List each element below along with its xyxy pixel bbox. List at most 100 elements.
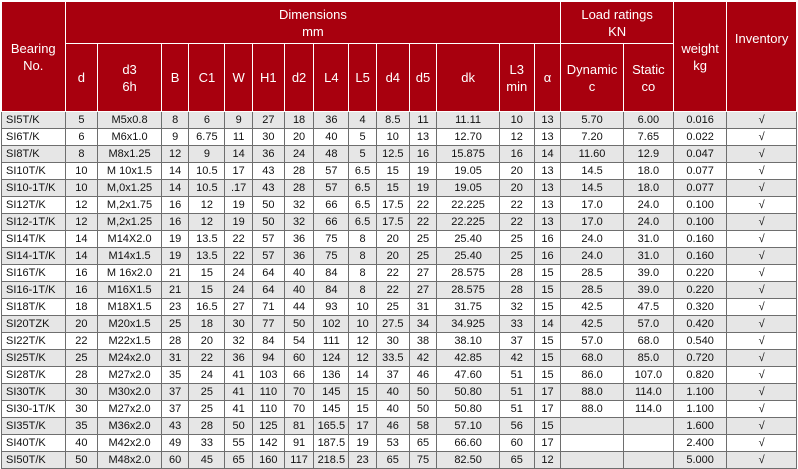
table-cell: M30x2.0 — [97, 383, 162, 401]
table-cell: 57.0 — [560, 332, 624, 350]
table-cell: 24 — [188, 366, 226, 384]
table-cell: M42x2.0 — [97, 434, 162, 452]
table-cell: 47.60 — [436, 366, 500, 384]
col-b: B — [160, 43, 190, 112]
table-cell: 6.75 — [188, 128, 226, 146]
table-cell: 20 — [188, 332, 226, 350]
table-cell: 43 — [251, 162, 285, 180]
table-cell: 6 — [188, 111, 226, 129]
table-cell: 24.0 — [622, 213, 674, 231]
table-cell: 103 — [251, 366, 285, 384]
table-cell: 50 — [64, 451, 99, 469]
table-cell: 46 — [375, 417, 410, 435]
table-cell: 34 — [408, 315, 438, 333]
table-cell: 28.575 — [436, 264, 500, 282]
inventory-header: Inventory — [726, 1, 797, 112]
table-row: SI20TZK 20 M20x1.5 25 18 30 77 50 102 10 27.5 34 34.… — [1, 315, 797, 333]
table-row: SI30T/K 30 M30x2.0 37 25 41 110 70 145 15 40 50 50.8… — [1, 383, 797, 401]
table-cell: 11 — [408, 111, 438, 129]
bearing-model-cell: SI16-1T/K — [1, 281, 66, 299]
table-cell: √ — [726, 298, 797, 316]
table-cell: 114.0 — [622, 400, 674, 418]
table-cell: 40 — [283, 281, 315, 299]
table-row: SI8T/K 8 M8x1.25 12 9 14 36 24 48 5 12.5 16 15.875 16… — [1, 145, 797, 163]
table-cell: 8 — [348, 281, 377, 299]
table-cell: 15 — [375, 179, 410, 197]
table-cell: 136 — [313, 366, 350, 384]
table-cell: 21 — [160, 281, 190, 299]
col-d3: d3 6h — [97, 43, 162, 112]
table-cell: 66 — [313, 213, 350, 231]
table-cell: 20 — [375, 230, 410, 248]
table-cell: 16.5 — [188, 298, 226, 316]
table-cell: 25.40 — [436, 230, 500, 248]
table-cell: 12.5 — [375, 145, 410, 163]
table-cell: 15 — [533, 417, 562, 435]
table-cell: 12.9 — [622, 145, 674, 163]
table-cell: 16 — [64, 281, 99, 299]
table-cell: 13 — [408, 128, 438, 146]
table-cell: 12 — [64, 213, 99, 231]
table-cell: 22.225 — [436, 196, 500, 214]
table-cell: 33 — [498, 315, 535, 333]
table-cell: 0.022 — [672, 128, 728, 146]
table-cell: 24 — [224, 281, 253, 299]
table-cell — [560, 451, 624, 469]
table-cell: 17.0 — [560, 213, 624, 231]
table-cell: 65 — [408, 434, 438, 452]
table-cell: 86.0 — [560, 366, 624, 384]
table-cell: 19 — [408, 162, 438, 180]
table-cell: 64 — [251, 264, 285, 282]
table-cell: 13 — [533, 179, 562, 197]
table-cell: 111 — [313, 332, 350, 350]
col-w: W — [224, 43, 253, 112]
table-cell: 31 — [160, 349, 190, 367]
table-cell: 49 — [160, 434, 190, 452]
table-cell: 22 — [64, 332, 99, 350]
table-cell: 14 — [160, 162, 190, 180]
table-cell: 53 — [375, 434, 410, 452]
table-row: SI30-1T/K 30 M27x2.0 37 25 41 110 70 145 15 40 50 50… — [1, 400, 797, 418]
table-cell: 18 — [188, 315, 226, 333]
weight-header: weight kg — [672, 1, 728, 112]
table-cell: 13.5 — [188, 247, 226, 265]
table-cell: 124 — [313, 349, 350, 367]
table-cell — [560, 434, 624, 452]
table-cell: 1.600 — [672, 417, 728, 435]
table-cell: 28 — [64, 366, 99, 384]
table-cell: M 16x2.0 — [97, 264, 162, 282]
table-cell: 6.5 — [348, 196, 377, 214]
table-row: SI16-1T/K 16 M16X1.5 21 15 24 64 40 84 8 22 27 28.57… — [1, 281, 797, 299]
table-cell: 32 — [224, 332, 253, 350]
table-cell: 114.0 — [622, 383, 674, 401]
table-cell: 14 — [160, 179, 190, 197]
table-cell: 12 — [533, 451, 562, 469]
table-cell: 14 — [224, 145, 253, 163]
table-cell: 14 — [533, 145, 562, 163]
bearing-model-cell: SI8T/K — [1, 145, 66, 163]
table-cell: 160 — [251, 451, 285, 469]
table-cell: 14 — [533, 315, 562, 333]
table-cell: 110 — [251, 400, 285, 418]
table-cell: 64 — [251, 281, 285, 299]
table-row: SI40T/K 40 M42x2.0 49 33 55 142 91 187.5 19 53 65 66… — [1, 434, 797, 452]
table-cell: 13.5 — [188, 230, 226, 248]
table-cell: 22 — [408, 196, 438, 214]
table-cell: 37 — [160, 400, 190, 418]
table-cell: M6x1.0 — [97, 128, 162, 146]
table-row: SI6T/K 6 M6x1.0 9 6.75 11 30 20 40 5 10 13 12.70 12 13… — [1, 128, 797, 146]
table-cell: 7.20 — [560, 128, 624, 146]
table-cell: 20 — [283, 128, 315, 146]
table-cell: 48 — [313, 145, 350, 163]
table-cell: 33.5 — [375, 349, 410, 367]
table-cell: 25 — [188, 400, 226, 418]
table-cell: 50 — [251, 196, 285, 214]
col-d: d — [64, 43, 99, 112]
table-cell: 54 — [283, 332, 315, 350]
table-cell: 46 — [408, 366, 438, 384]
table-cell: 56 — [498, 417, 535, 435]
table-cell — [622, 451, 674, 469]
table-cell: 66 — [313, 196, 350, 214]
table-cell: 30 — [251, 128, 285, 146]
table-cell: 34.925 — [436, 315, 500, 333]
